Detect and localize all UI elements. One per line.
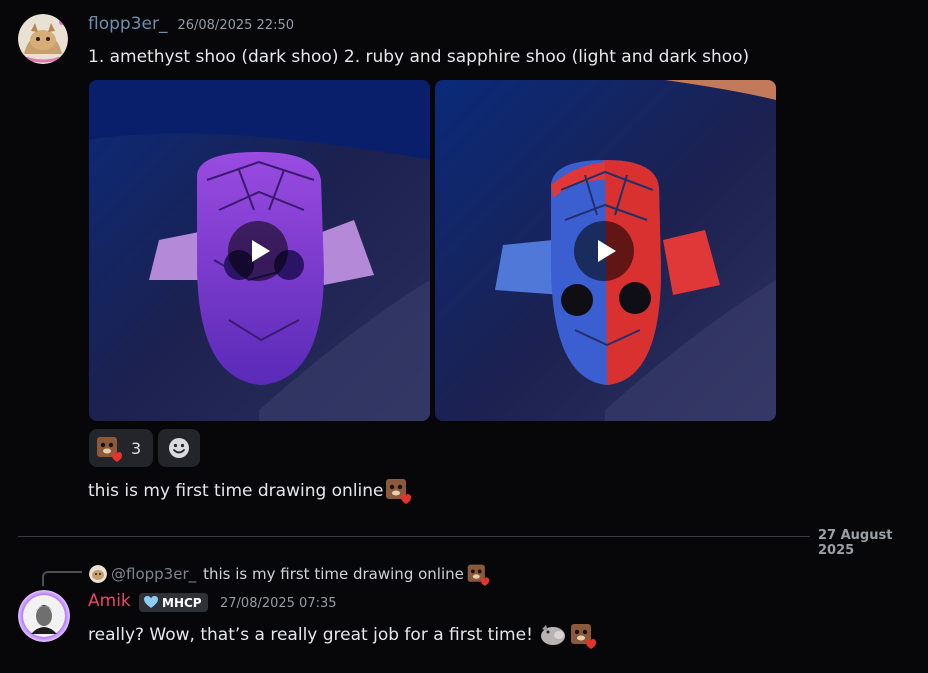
add-reaction-button[interactable]	[158, 429, 200, 467]
message-text-continuation: this is my first time drawing online	[88, 478, 412, 504]
puppy-heart-emoji-icon	[384, 476, 412, 504]
message-text: this is my first time drawing online	[88, 481, 384, 501]
heart-icon	[144, 596, 158, 608]
puppy-heart-emoji-icon	[466, 562, 490, 586]
reply-user-avatar	[89, 565, 107, 583]
play-button[interactable]	[574, 221, 634, 281]
role-badge-label: MHCP	[162, 595, 202, 610]
reaction-button[interactable]: 3	[89, 429, 153, 467]
reaction-count: 3	[131, 438, 142, 458]
pig-emoji-icon	[539, 621, 567, 649]
author-name[interactable]: flopp3er_	[88, 14, 167, 34]
date-divider-label: 27 August 2025	[818, 528, 893, 558]
message-text: 1. amethyst shoo (dark shoo) 2. ruby and…	[88, 47, 750, 67]
puppy-heart-emoji-icon	[95, 434, 123, 462]
user-avatar[interactable]	[18, 14, 68, 64]
role-badge[interactable]: MHCP	[139, 593, 208, 612]
date-divider-line	[18, 536, 810, 537]
message-header: flopp3er_ 26/08/2025 22:50	[88, 14, 294, 34]
video-attachment-ruby-sapphire[interactable]	[435, 80, 776, 421]
message-text-row: really? Wow, that’s a really great job f…	[88, 621, 597, 649]
message-text: really? Wow, that’s a really great job f…	[88, 625, 533, 645]
message-timestamp: 26/08/2025 22:50	[177, 18, 294, 33]
play-button[interactable]	[228, 221, 288, 281]
author-name[interactable]: Amik	[88, 591, 131, 611]
smiley-add-reaction-icon	[169, 438, 189, 458]
reply-mention[interactable]: @flopp3er_	[111, 565, 196, 583]
user-avatar[interactable]	[18, 590, 70, 642]
puppy-heart-emoji-icon	[569, 621, 597, 649]
reply-spine	[42, 571, 82, 586]
reply-preview[interactable]: @flopp3er_ this is my first time drawing…	[89, 562, 490, 586]
video-attachment-amethyst[interactable]	[89, 80, 430, 421]
message-timestamp: 27/08/2025 07:35	[220, 596, 337, 611]
reply-quoted-text: this is my first time drawing online	[203, 565, 464, 583]
